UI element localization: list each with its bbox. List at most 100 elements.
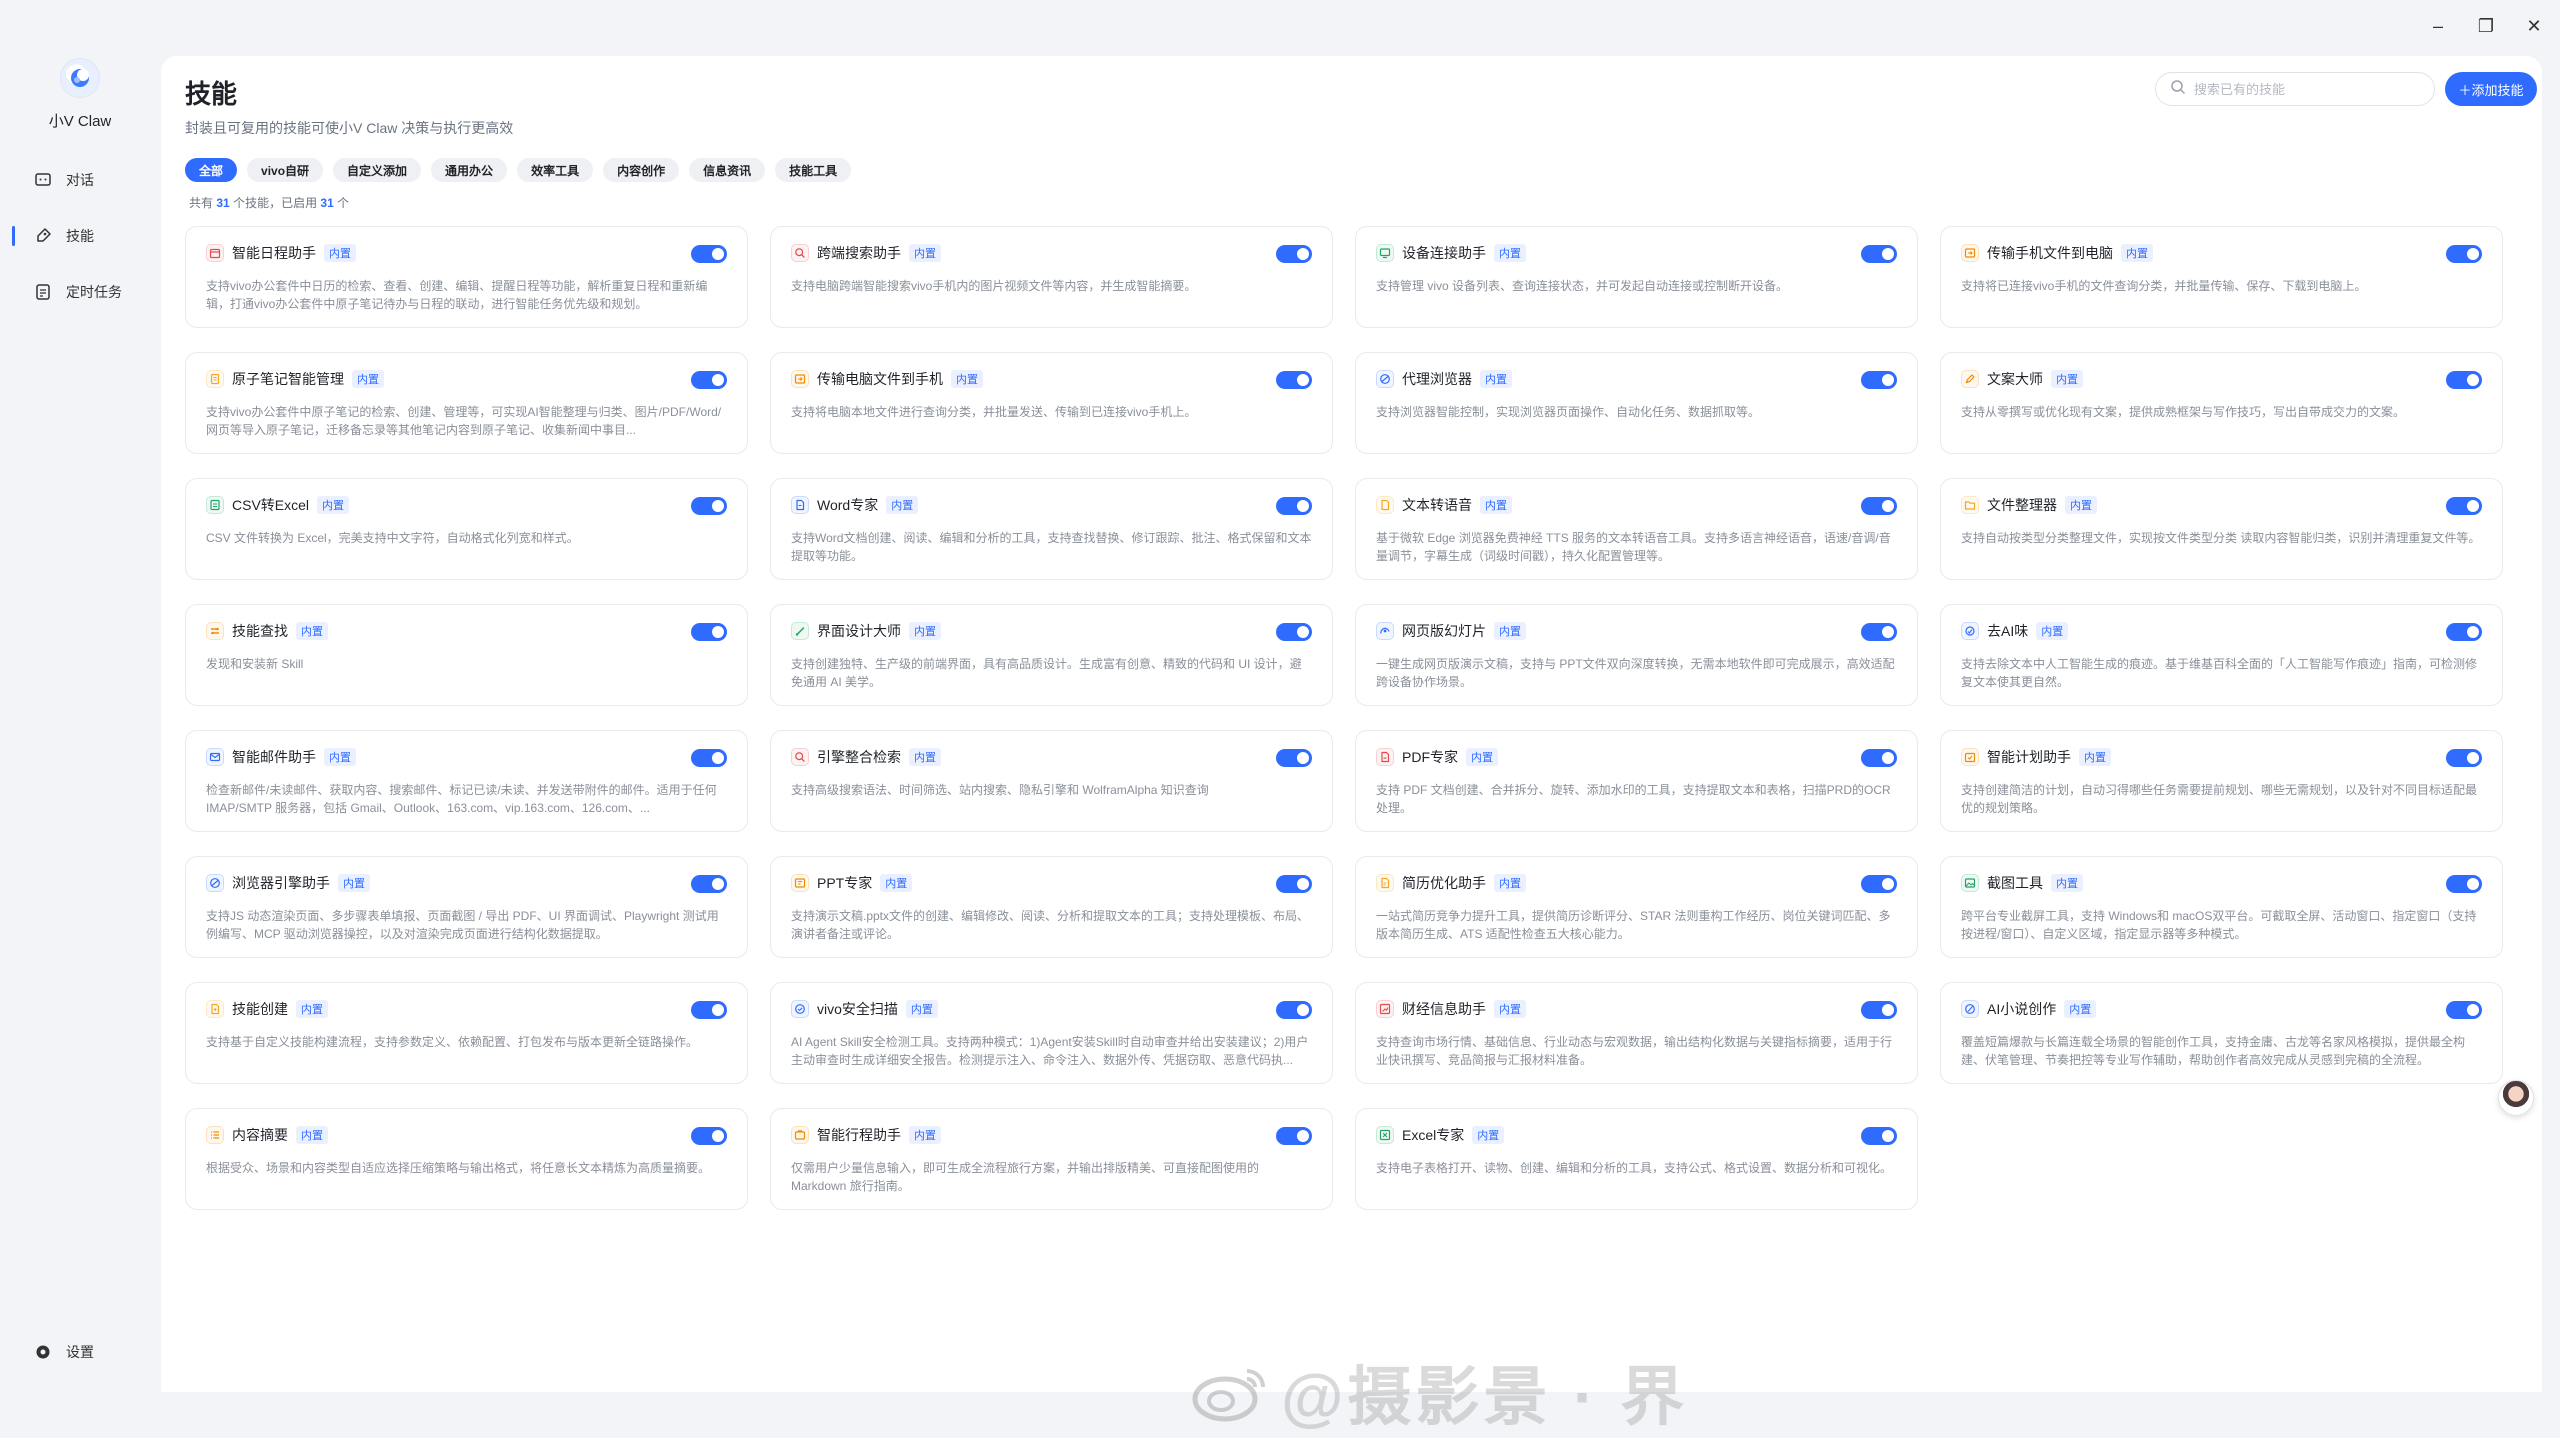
skill-enable-toggle[interactable] — [1276, 875, 1312, 893]
skill-enable-toggle[interactable] — [691, 1127, 727, 1145]
skill-enable-toggle[interactable] — [691, 875, 727, 893]
skill-card[interactable]: 浏览器引擎助手 内置 支持JS 动态渲染页面、多步骤表单填报、页面截图 / 导出 P… — [185, 856, 748, 958]
skill-card-header: 界面设计大师 内置 — [791, 621, 1312, 641]
sidebar-item-schedule[interactable]: 定时任务 — [0, 272, 160, 312]
skill-enable-toggle[interactable] — [2446, 623, 2482, 641]
skill-card[interactable]: 网页版幻灯片 内置 一键生成网页版演示文稿，支持与 PPT文件双向深度转换，无需本地… — [1355, 604, 1918, 706]
skill-description: 发现和安装新 Skill — [206, 657, 304, 671]
skill-name: PPT专家 — [817, 875, 873, 891]
builtin-badge: 内置 — [2051, 874, 2083, 892]
skill-enable-toggle[interactable] — [2446, 875, 2482, 893]
skill-card[interactable]: CSV转Excel 内置 CSV 文件转换为 Excel，完美支持中文字符，自动格式… — [185, 478, 748, 580]
search-icon — [791, 748, 809, 766]
skill-name: 截图工具 — [1987, 875, 2043, 891]
skill-card[interactable]: 传输电脑文件到手机 内置 支持将电脑本地文件进行查询分类，并批量发送、传输到已连接v… — [770, 352, 1333, 454]
skill-description: 跨平台专业截屏工具，支持 Windows和 macOS双平台。可截取全屏、活动窗… — [1961, 909, 2477, 941]
skill-card[interactable]: AI小说创作 内置 覆盖短篇爆款与长篇连载全场景的智能创作工具，支持金庸、古龙等名家… — [1940, 982, 2503, 1084]
settings-button[interactable]: 设置 — [34, 1342, 94, 1362]
search-box[interactable] — [2155, 72, 2435, 106]
skill-enable-toggle[interactable] — [691, 245, 727, 263]
skill-enable-toggle[interactable] — [1276, 497, 1312, 515]
skill-card[interactable]: 智能行程助手 内置 仅需用户少量信息输入，即可生成全流程旅行方案，并输出排版精美、可… — [770, 1108, 1333, 1210]
filter-chip[interactable]: vivo自研 — [247, 158, 324, 182]
skill-card[interactable]: 跨端搜索助手 内置 支持电脑跨端智能搜索vivo手机内的图片视频文件等内容，并生成智… — [770, 226, 1333, 328]
skill-enable-toggle[interactable] — [2446, 749, 2482, 767]
skill-card[interactable]: 去AI味 内置 支持去除文本中人工智能生成的痕迹。基于维基百科全面的「人工智能写作痕… — [1940, 604, 2503, 706]
skill-card[interactable]: 技能查找 内置 发现和安装新 Skill — [185, 604, 748, 706]
skill-card[interactable]: 文案大师 内置 支持从零撰写或优化现有文案，提供成熟框架与写作技巧，写出自带成交力的… — [1940, 352, 2503, 454]
assistant-avatar[interactable] — [2498, 1080, 2534, 1116]
skill-card[interactable]: 智能邮件助手 内置 检查新邮件/未读邮件、获取内容、搜索邮件、标记已读/未读、并发送… — [185, 730, 748, 832]
skill-card[interactable]: 界面设计大师 内置 支持创建独特、生产级的前端界面，具有高品质设计。生成富有创意、精… — [770, 604, 1333, 706]
skill-card[interactable]: 财经信息助手 内置 支持查询市场行情、基础信息、行业动态与宏观数据，输出结构化数据与… — [1355, 982, 1918, 1084]
skill-enable-toggle[interactable] — [691, 371, 727, 389]
filter-chip[interactable]: 技能工具 — [775, 158, 852, 182]
skill-enable-toggle[interactable] — [1861, 749, 1897, 767]
builtin-badge: 内置 — [909, 748, 941, 766]
builtin-badge: 内置 — [1494, 1000, 1526, 1018]
skill-description: 仅需用户少量信息输入，即可生成全流程旅行方案，并输出排版精美、可直接配图使用的 … — [791, 1161, 1260, 1193]
skill-name: Word专家 — [817, 497, 879, 513]
skill-card[interactable]: 原子笔记智能管理 内置 支持vivo办公套件中原子笔记的检索、创建、管理等，可实现A… — [185, 352, 748, 454]
skill-card[interactable]: Excel专家 内置 支持电子表格打开、读物、创建、编辑和分析的工具，支持公式、格式… — [1355, 1108, 1918, 1210]
skill-enable-toggle[interactable] — [1861, 245, 1897, 263]
skill-card[interactable]: 代理浏览器 内置 支持浏览器智能控制，实现浏览器页面操作、自动化任务、数据抓取等。 — [1355, 352, 1918, 454]
sidebar-item-chat[interactable]: 对话 — [0, 160, 160, 200]
builtin-badge: 内置 — [905, 1000, 938, 1018]
skill-card[interactable]: PPT专家 内置 支持演示文稿.pptx文件的创建、编辑修改、阅读、分析和提取文本的… — [770, 856, 1333, 958]
skill-card[interactable]: 文本转语音 内置 基于微软 Edge 浏览器免费神经 TTS 服务的文本转语音工具。… — [1355, 478, 1918, 580]
skill-enable-toggle[interactable] — [691, 623, 727, 641]
skill-enable-toggle[interactable] — [2446, 371, 2482, 389]
skill-enable-toggle[interactable] — [691, 497, 727, 515]
filter-chip[interactable]: 内容创作 — [603, 158, 680, 182]
skill-card[interactable]: 文件整理器 内置 支持自动按类型分类整理文件，实现按文件类型分类 读取内容智能归类，… — [1940, 478, 2503, 580]
sidebar-item-skills[interactable]: 技能 — [0, 216, 160, 256]
add-skill-button[interactable]: ＋添加技能 — [2445, 72, 2537, 106]
skill-card[interactable]: Word专家 内置 支持Word文档创建、阅读、编辑和分析的工具，支持查找替换、修订… — [770, 478, 1333, 580]
filter-chip[interactable]: 自定义添加 — [333, 158, 422, 182]
skill-enable-toggle[interactable] — [1861, 623, 1897, 641]
filter-chip[interactable]: 信息资讯 — [689, 158, 766, 182]
skill-card[interactable]: vivo安全扫描 内置 AI Agent Skill安全检测工具。支持两种模式：1)… — [770, 982, 1333, 1084]
skill-card[interactable]: 智能日程助手 内置 支持vivo办公套件中日历的检索、查看、创建、编辑、提醒日程等功… — [185, 226, 748, 328]
search-input[interactable] — [2194, 81, 2424, 97]
skill-enable-toggle[interactable] — [1276, 1001, 1312, 1019]
builtin-badge: 内置 — [886, 496, 919, 514]
skill-enable-toggle[interactable] — [2446, 245, 2482, 263]
skill-description: 支持 PDF 文档创建、合并拆分、旋转、添加水印的工具，支持提取文本和表格，扫描… — [1376, 783, 1891, 815]
close-button[interactable]: ✕ — [2522, 14, 2546, 38]
skill-enable-toggle[interactable] — [2446, 1001, 2482, 1019]
filter-chip[interactable]: 全部 — [185, 158, 238, 182]
restore-button[interactable]: ❐ — [2474, 14, 2498, 38]
skill-card[interactable]: 设备连接助手 内置 支持管理 vivo 设备列表、查询连接状态，并可发起自动连接或控… — [1355, 226, 1918, 328]
skill-enable-toggle[interactable] — [1276, 623, 1312, 641]
skill-enable-toggle[interactable] — [1276, 1127, 1312, 1145]
skill-card-header: 传输电脑文件到手机 内置 — [791, 369, 1312, 389]
skill-enable-toggle[interactable] — [1861, 497, 1897, 515]
skill-enable-toggle[interactable] — [2446, 497, 2482, 515]
skill-enable-toggle[interactable] — [1276, 749, 1312, 767]
builtin-badge: 内置 — [352, 370, 384, 388]
skill-enable-toggle[interactable] — [1861, 371, 1897, 389]
skill-enable-toggle[interactable] — [1276, 371, 1312, 389]
skill-card[interactable]: 内容摘要 内置 根据受众、场景和内容类型自适应选择压缩策略与输出格式，将任意长文本精… — [185, 1108, 748, 1210]
skill-enable-toggle[interactable] — [1861, 1127, 1897, 1145]
filter-chip[interactable]: 效率工具 — [517, 158, 594, 182]
file-icon — [1376, 496, 1394, 514]
skill-enable-toggle[interactable] — [691, 1001, 727, 1019]
skill-card[interactable]: PDF专家 内置 支持 PDF 文档创建、合并拆分、旋转、添加水印的工具，支持提取文… — [1355, 730, 1918, 832]
skill-enable-toggle[interactable] — [1861, 1001, 1897, 1019]
skill-card[interactable]: 引擎整合检索 内置 支持高级搜索语法、时间筛选、站内搜索、隐私引擎和 Wolfram… — [770, 730, 1333, 832]
minimize-button[interactable]: – — [2426, 14, 2450, 38]
skill-card[interactable]: 传输手机文件到电脑 内置 支持将已连接vivo手机的文件查询分类，并批量传输、保存、… — [1940, 226, 2503, 328]
skill-enable-toggle[interactable] — [691, 749, 727, 767]
skill-card[interactable]: 截图工具 内置跨平台专业截屏工具，支持 Windows和 macOS双平台。可截取… — [1940, 856, 2503, 958]
skill-card-header: 技能创建 内置 — [206, 999, 727, 1019]
skill-enable-toggle[interactable] — [1276, 245, 1312, 263]
skill-card[interactable]: 简历优化助手 内置 一站式简历竞争力提升工具，提供简历诊断评分、STAR 法则重构工… — [1355, 856, 1918, 958]
skill-enable-toggle[interactable] — [1861, 875, 1897, 893]
filter-chip[interactable]: 通用办公 — [431, 158, 508, 182]
skill-card[interactable]: 智能计划助手 内置 支持创建简洁的计划，自动习得哪些任务需要提前规划、哪些无需规划，… — [1940, 730, 2503, 832]
skill-description: 支持去除文本中人工智能生成的痕迹。基于维基百科全面的「人工智能写作痕迹」指南，可… — [1961, 657, 2478, 689]
skill-card[interactable]: 技能创建 内置 支持基于自定义技能构建流程，支持参数定义、依赖配置、打包发布与版本更… — [185, 982, 748, 1084]
